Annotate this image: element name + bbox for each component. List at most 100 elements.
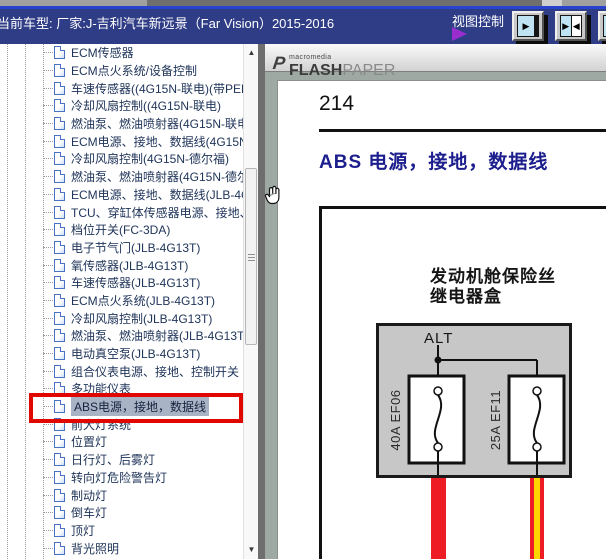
tree-item-label: 车速传感器((4G15N-联电)(带PEPS): [71, 81, 243, 96]
document-icon: [54, 364, 65, 378]
macromedia-p-icon: P: [271, 52, 287, 73]
tree-item-cooling-fan-4g15n[interactable]: 冷却风扇控制((4G15N-联电): [0, 97, 243, 115]
tree-item-label: 氧传感器(JLB-4G13T): [71, 258, 189, 273]
document-page[interactable]: 214 ABS 电源，接地，数据线 发动机舱保险丝 继电器盒 ALT 40A E…: [277, 80, 606, 559]
tree-item-fuel-pump-jlb[interactable]: 燃油泵、燃油喷射器(JLB-4G13T): [0, 327, 243, 345]
macromedia-text: macromedia: [289, 54, 332, 61]
tree-connector: [43, 335, 53, 337]
document-icon: [54, 453, 65, 467]
tree-item-speed-sensor-jlb[interactable]: 车速传感器(JLB-4G13T): [0, 274, 243, 292]
expand-right-pane-button[interactable]: ▶: [512, 11, 544, 41]
tree-item-label: TCU、穿缸体传感器电源、接地、数据: [71, 205, 243, 220]
fuse-circuit-drawing: [407, 345, 566, 475]
clipped-pane-button[interactable]: [598, 11, 606, 41]
tree-item-label: 位置灯: [71, 435, 108, 450]
wiring-topic-sidebar: ECM传感器 ECM点火系统/设备控制 车速传感器((4G15N-联电)(带PE…: [0, 44, 258, 559]
tree-item-instrument-cluster[interactable]: 组合仪表电源、接地、控制开关: [0, 362, 243, 380]
document-icon: [54, 64, 65, 78]
tree-item-ecm-power-4g15n[interactable]: ECM电源、接地、数据线(4G15N-德: [0, 132, 243, 150]
tree-connector: [43, 388, 53, 390]
document-icon: [54, 347, 65, 361]
hand-cursor-icon: [264, 185, 280, 205]
tree-item-ecm-ignition[interactable]: ECM点火系统/设备控制: [0, 62, 243, 80]
tree-item-label: 冷却风扇控制(JLB-4G13T): [71, 311, 213, 326]
selected-item-red-highlight-box: [29, 393, 243, 423]
tree-item-vacuum-pump[interactable]: 电动真空泵(JLB-4G13T): [0, 345, 243, 363]
tree-item-cooling-fan-delphi[interactable]: 冷却风扇控制(4G15N-德尔福): [0, 150, 243, 168]
tree-item-fuel-pump-4g15n[interactable]: 燃油泵、燃油喷射器(4G15N-联电): [0, 115, 243, 133]
pane-edge: [534, 16, 538, 36]
tree-item-label: ECM点火系统/设备控制: [71, 64, 198, 79]
panel-splitter[interactable]: [258, 44, 265, 559]
tree-item-fuel-pump-delphi[interactable]: 燃油泵、燃油喷射器(4G15N-德尔福): [0, 168, 243, 186]
arrow-left-glyph: ◀: [570, 16, 581, 36]
tree-item-position-lamp[interactable]: 位置灯: [0, 433, 243, 451]
tree-item-turn-hazard-lamp[interactable]: 转向灯危险警告灯: [0, 469, 243, 487]
tree-item-label: 电动真空泵(JLB-4G13T): [71, 347, 201, 362]
tree-item-throttle[interactable]: 电子节气门(JLB-4G13T): [0, 239, 243, 257]
scrollbar-thumb[interactable]: [245, 168, 257, 345]
tree-connector: [43, 423, 53, 425]
title-bar: 当前车型: 厂家:J-吉利汽车新远景（Far Vision）2015-2016 …: [0, 9, 606, 44]
tree-connector: [43, 370, 53, 372]
alt-label: ALT: [424, 330, 454, 347]
sidebar-scrollbar[interactable]: ▲ ▼: [243, 44, 258, 559]
document-icon: [54, 99, 65, 113]
tree-item-ecm-ignition-jlb[interactable]: ECM点火系统(JLB-4G13T): [0, 292, 243, 310]
tree-connector: [43, 264, 53, 266]
tree-item-label: 冷却风扇控制(4G15N-德尔福): [71, 152, 230, 167]
engine-fusebox: ALT 40A EF06 25A EF11: [376, 323, 572, 478]
flashpaper-logo: P macromedia FLASHPAPER: [271, 47, 396, 79]
tree-item-reverse-lamp[interactable]: 倒车灯: [0, 504, 243, 522]
document-icon: [54, 152, 65, 166]
tree-item-label: 日行灯、后雾灯: [71, 453, 156, 468]
tree-item-ecm-power-jlb[interactable]: ECM电源、接地、数据线(JLB-4G13: [0, 186, 243, 204]
tree-connector: [43, 353, 53, 355]
tree-connector: [43, 282, 53, 284]
tree-item-label: ECM电源、接地、数据线(JLB-4G13: [71, 187, 243, 202]
tree-item-brake-lamp[interactable]: 制动灯: [0, 486, 243, 504]
tree-item-label: 车速传感器(JLB-4G13T): [71, 276, 201, 291]
tree-item-label: 燃油泵、燃油喷射器(4G15N-德尔福): [71, 170, 243, 185]
document-icon: [54, 134, 65, 148]
fusebox-title: 发动机舱保险丝 继电器盒: [430, 267, 556, 307]
document-icon: [54, 240, 65, 254]
tree-item-oxygen-sensor[interactable]: 氧传感器(JLB-4G13T): [0, 256, 243, 274]
collapse-panes-button[interactable]: ▶ ◀: [555, 11, 587, 41]
tree-item-label: 制动灯: [71, 488, 108, 503]
tree-item-dome-lamp[interactable]: 顶灯: [0, 522, 243, 540]
tree-connector: [43, 105, 53, 107]
fuse2-rating-label: 25A EF11: [488, 389, 503, 451]
scroll-down-arrow-icon[interactable]: ▼: [244, 543, 259, 557]
tree-connector: [43, 211, 53, 213]
tree-connector: [43, 193, 53, 195]
tree-connector: [43, 494, 53, 496]
tree-item-backlight[interactable]: 背光照明: [0, 539, 243, 557]
document-icon: [54, 276, 65, 290]
document-icon: [54, 470, 65, 484]
tree-connector: [43, 123, 53, 125]
tree-item-gear-switch[interactable]: 档位开关(FC-3DA): [0, 221, 243, 239]
document-icon: [54, 541, 65, 555]
tree-item-label: 背光照明: [71, 541, 120, 556]
tree-connector: [43, 87, 53, 89]
tree-item-ecm-sensor[interactable]: ECM传感器: [0, 44, 243, 62]
tree-item-speed-sensor-4g15n[interactable]: 车速传感器((4G15N-联电)(带PEPS): [0, 79, 243, 97]
scroll-up-arrow-icon[interactable]: ▲: [244, 46, 259, 60]
header-rule: [319, 129, 606, 132]
view-control-arrow-icon[interactable]: [452, 27, 467, 41]
flash-text: FLASH: [289, 62, 343, 79]
tree-connector: [43, 52, 53, 54]
document-icon: [54, 223, 65, 237]
tree-item-drl-rear-fog[interactable]: 日行灯、后雾灯: [0, 451, 243, 469]
tree-item-label: 燃油泵、燃油喷射器(4G15N-联电): [71, 117, 243, 132]
tree-item-cooling-fan-jlb[interactable]: 冷却风扇控制(JLB-4G13T): [0, 309, 243, 327]
app-window: 当前车型: 厂家:J-吉利汽车新远景（Far Vision）2015-2016 …: [0, 0, 606, 559]
fusebox-title-line2: 继电器盒: [430, 287, 502, 306]
tree-item-label: ECM电源、接地、数据线(4G15N-德: [71, 134, 243, 149]
tree-item-label: 档位开关(FC-3DA): [71, 223, 171, 238]
tree-item-label: ECM传感器: [71, 46, 134, 61]
red-yellow-wire: [530, 478, 544, 559]
tree-item-tcu-sensor-power[interactable]: TCU、穿缸体传感器电源、接地、数据: [0, 203, 243, 221]
tree-connector: [43, 140, 53, 142]
